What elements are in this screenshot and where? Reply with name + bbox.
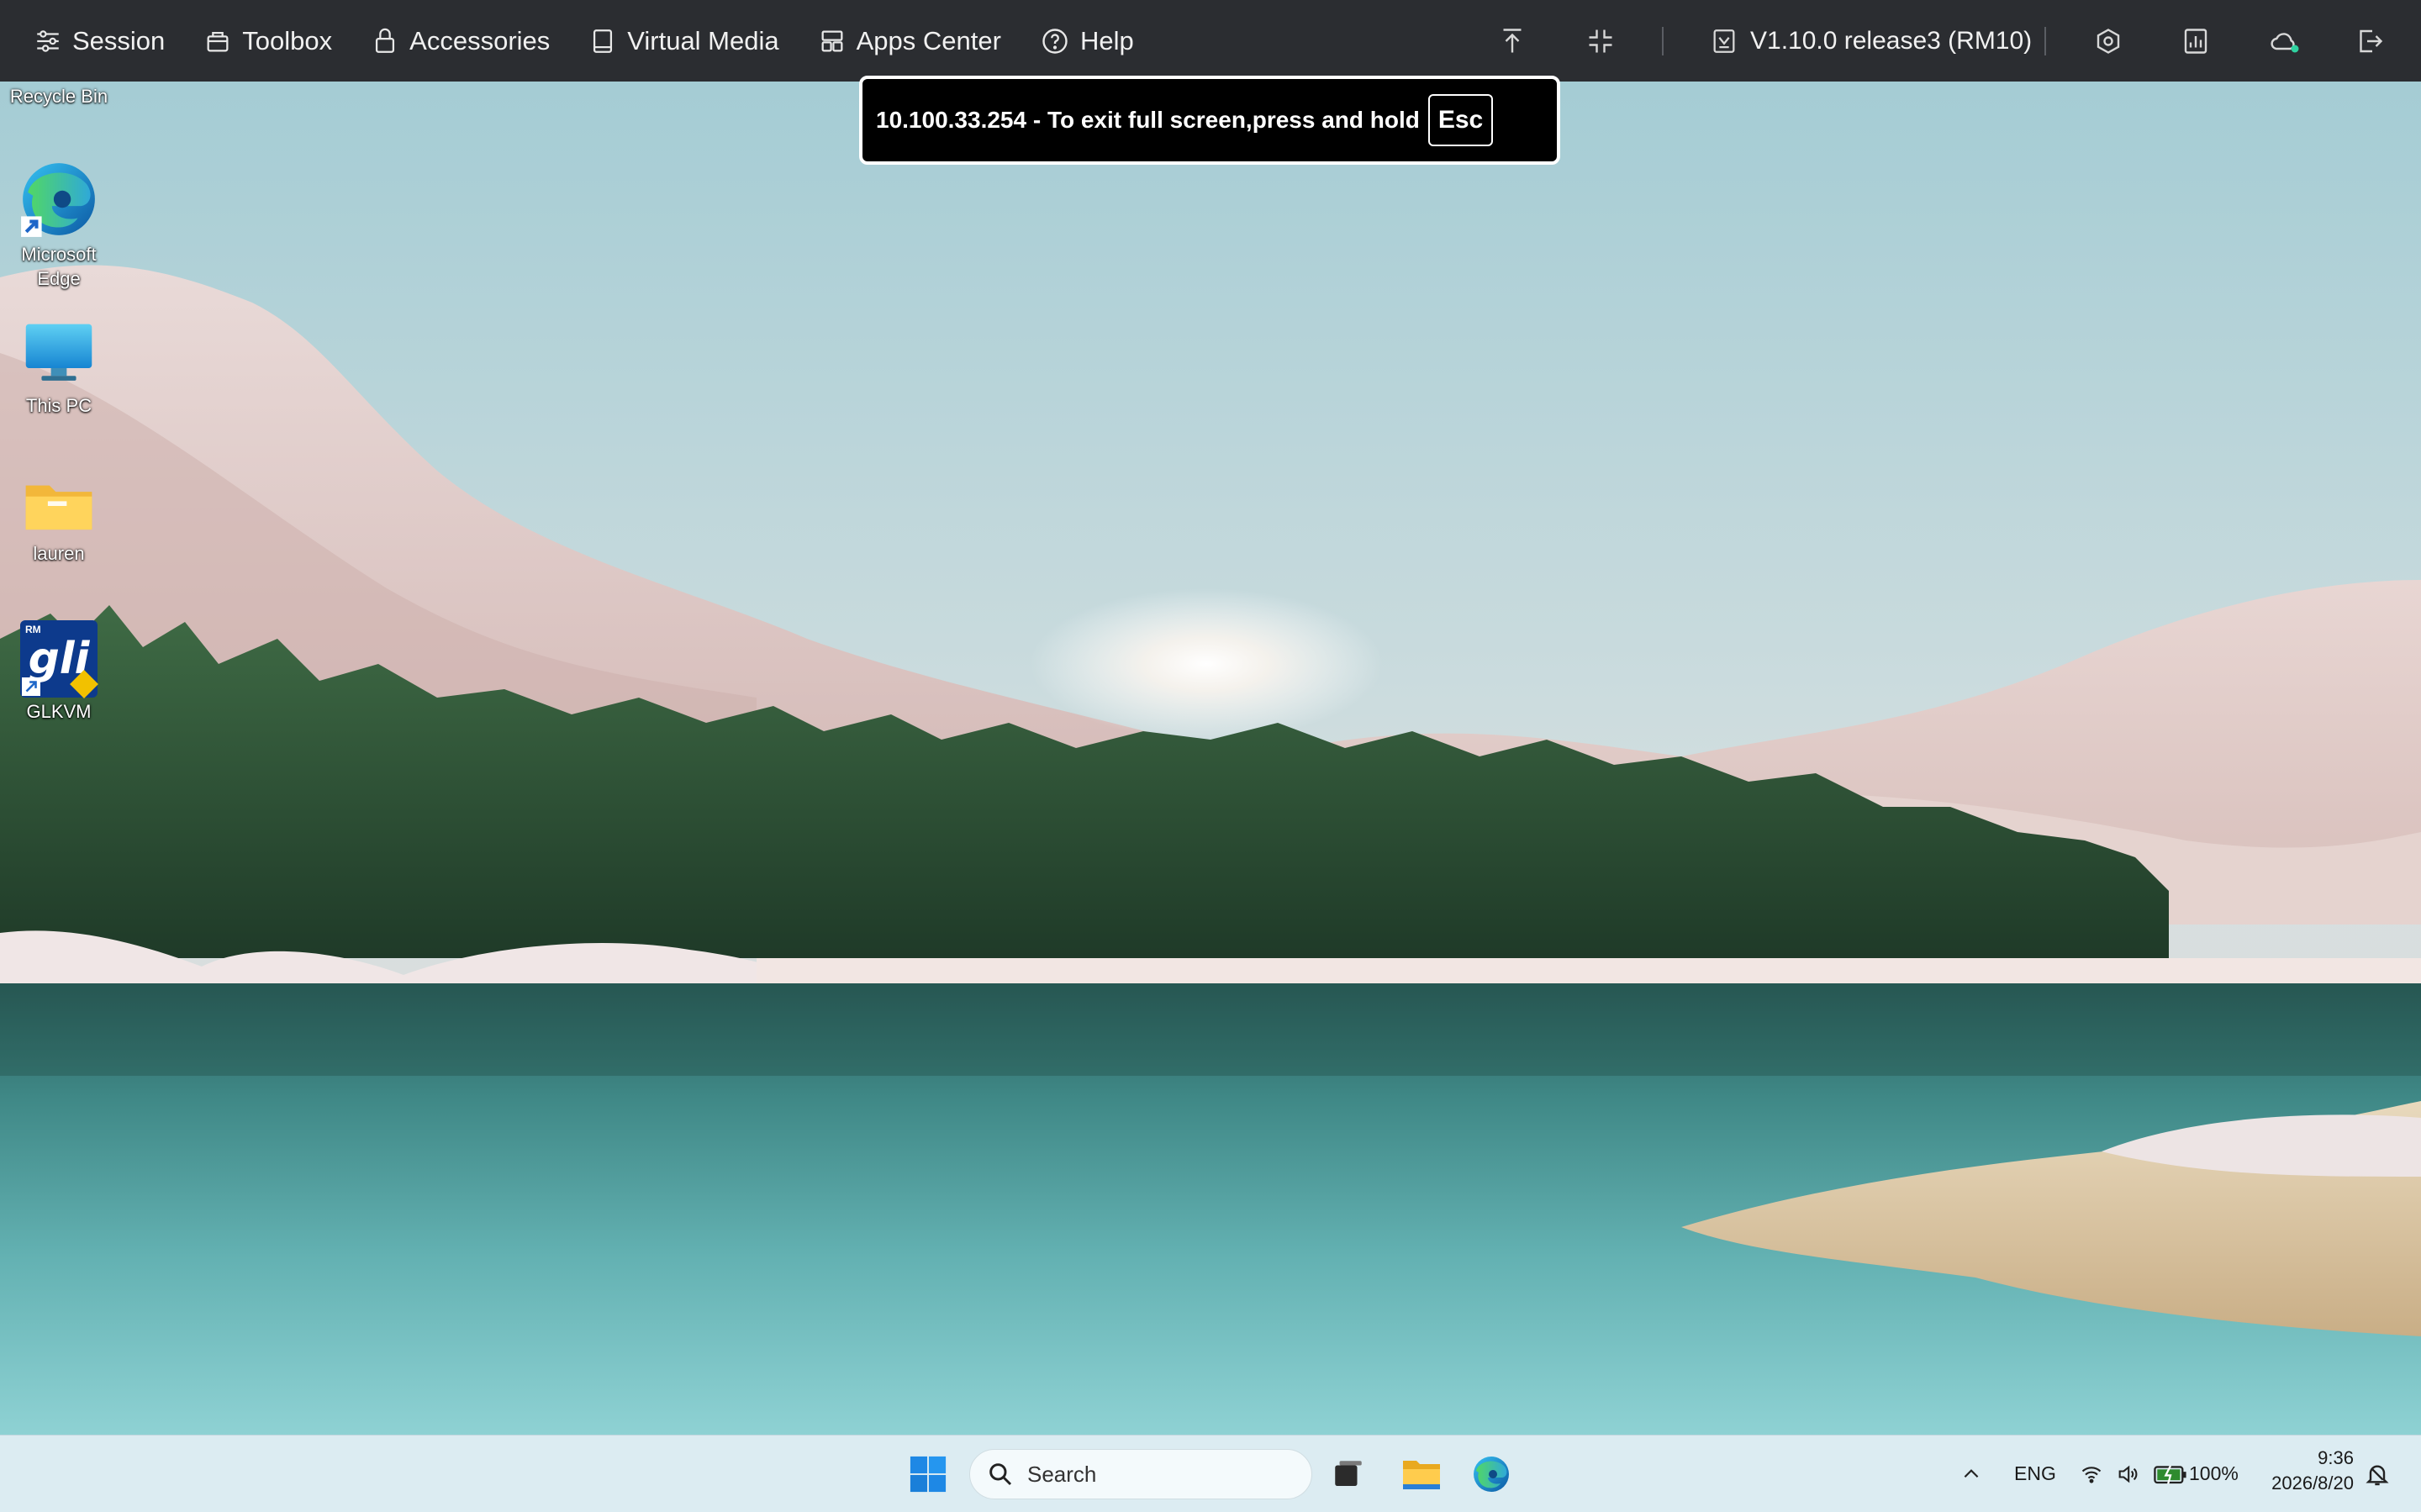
- toolbar-divider: [2044, 27, 2046, 55]
- pin-top-icon: [1503, 29, 1522, 53]
- language-indicator[interactable]: ENG: [2014, 1462, 2056, 1485]
- version-icon: [1713, 29, 1735, 53]
- edge-icon: [21, 163, 95, 237]
- clock-date: 2026/8/20: [2271, 1472, 2354, 1494]
- menu-apps-center[interactable]: Apps Center: [818, 0, 1001, 82]
- esc-key-badge: Esc: [1427, 94, 1494, 146]
- windows-start-icon: [910, 1456, 947, 1493]
- version-label: V1.10.0 release3 (RM10): [1750, 26, 2033, 55]
- menu-toolbox[interactable]: Toolbox: [203, 0, 332, 82]
- desktop-icon-this-pc[interactable]: This PC: [0, 319, 118, 418]
- session-icon: [37, 29, 59, 52]
- wifi-icon[interactable]: [2080, 1462, 2103, 1486]
- windows-taskbar: Search ENG 100% 9:36 2026/8/20: [0, 1435, 2421, 1512]
- clock[interactable]: 9:36 2026/8/20: [2253, 1446, 2354, 1496]
- pin-top-button[interactable]: [1495, 24, 1530, 59]
- battery-percentage: 100%: [2189, 1462, 2239, 1484]
- fullscreen-notice: 10.100.33.254 - To exit full screen,pres…: [859, 76, 1560, 165]
- glkvm-badge: RM: [25, 624, 41, 635]
- target-button[interactable]: [2091, 24, 2126, 59]
- clock-time: 9:36: [2318, 1447, 2354, 1468]
- desktop-icon-label: lauren: [33, 543, 85, 564]
- task-view-button[interactable]: [1327, 1452, 1370, 1496]
- desktop-icon-glkvm[interactable]: RM gli GLKVM: [0, 620, 118, 724]
- search-icon: [989, 1463, 1012, 1486]
- cloud-icon: [2271, 33, 2299, 53]
- battery-charging-icon[interactable]: [2154, 1462, 2187, 1486]
- menu-virtual-media-label: Virtual Media: [627, 25, 779, 55]
- exit-fullscreen-icon: [1589, 29, 1612, 53]
- menu-toolbox-label: Toolbox: [242, 25, 333, 55]
- search-placeholder: Search: [1027, 1461, 1097, 1487]
- lock-icon: [376, 28, 395, 53]
- desktop-icon-folder-lauren[interactable]: lauren: [0, 472, 118, 566]
- virtual-media-icon: [593, 29, 613, 53]
- shortcut-arrow-icon: [22, 677, 40, 696]
- notification-bell-icon[interactable]: [2364, 1461, 2391, 1488]
- firmware-version[interactable]: V1.10.0 release3 (RM10): [1710, 0, 2032, 82]
- desktop-icon-label: GLKVM: [26, 701, 92, 722]
- desktop-icon-edge[interactable]: Microsoft Edge: [0, 158, 118, 291]
- menu-help-label: Help: [1079, 25, 1134, 55]
- desktop-icon-recycle-bin[interactable]: Recycle Bin: [0, 82, 118, 108]
- cloud-button[interactable]: [2267, 24, 2302, 59]
- folder-icon: [25, 485, 92, 530]
- fullscreen-notice-text: 10.100.33.254 - To exit full screen,pres…: [876, 107, 1420, 133]
- file-explorer-icon: [1403, 1461, 1440, 1489]
- exit-fullscreen-button[interactable]: [1583, 24, 1618, 59]
- logout-button[interactable]: [2352, 24, 2387, 59]
- task-view-icon: [1335, 1461, 1362, 1486]
- chevron-up-icon: [1964, 1469, 1979, 1478]
- remote-desktop-screen[interactable]: Session Toolbox Accessories Virtual Medi…: [0, 0, 2421, 1512]
- menu-accessories-label: Accessories: [409, 25, 551, 55]
- menu-help[interactable]: Help: [1040, 0, 1134, 82]
- edge-icon: [1474, 1457, 1509, 1492]
- performance-icon: [2184, 29, 2207, 54]
- desktop-wallpaper: [0, 0, 2421, 1512]
- menu-accessories[interactable]: Accessories: [371, 0, 550, 82]
- desktop-icon-label: Microsoft Edge: [21, 244, 97, 289]
- monitor-icon: [25, 324, 92, 381]
- edge-taskbar-button[interactable]: [1469, 1452, 1513, 1496]
- target-icon: [2097, 29, 2120, 54]
- performance-button[interactable]: [2178, 24, 2213, 59]
- start-button[interactable]: [906, 1452, 950, 1496]
- menu-session[interactable]: Session: [34, 0, 165, 82]
- desktop-icon-label: Recycle Bin: [9, 86, 108, 107]
- taskbar-search-box[interactable]: Search: [969, 1449, 1312, 1499]
- toolbar-divider: [1662, 27, 1664, 55]
- file-explorer-button[interactable]: [1400, 1452, 1443, 1496]
- menu-apps-center-label: Apps Center: [856, 25, 1001, 55]
- apps-grid-icon: [821, 30, 843, 51]
- glkvm-icon: RM gli: [20, 620, 98, 698]
- menu-session-label: Session: [72, 25, 166, 55]
- volume-icon[interactable]: [2115, 1462, 2140, 1486]
- kvm-toolbar: Session Toolbox Accessories Virtual Medi…: [0, 0, 2421, 82]
- desktop-icon-label: This PC: [25, 395, 92, 416]
- help-icon: [1042, 28, 1068, 54]
- menu-virtual-media[interactable]: Virtual Media: [588, 0, 779, 82]
- toolbox-icon: [207, 31, 229, 51]
- show-hidden-icons-button[interactable]: [1950, 1452, 1992, 1496]
- logout-icon: [2360, 29, 2383, 53]
